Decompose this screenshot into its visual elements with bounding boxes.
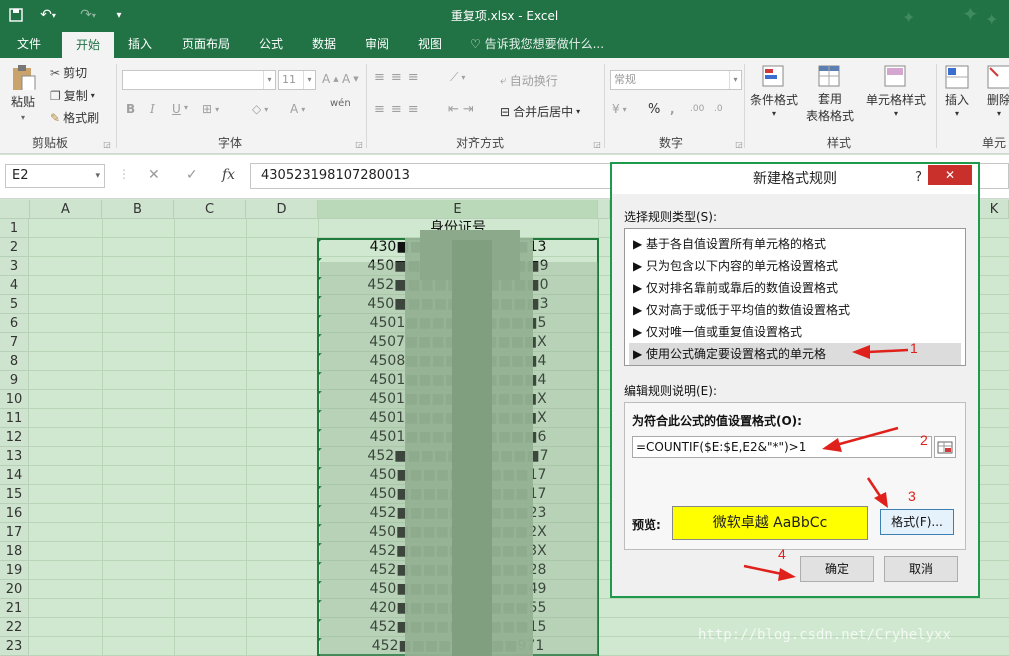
annotation-number-3: 3 (908, 488, 916, 504)
arrowhead-4 (778, 568, 796, 581)
arrowhead-2 (822, 438, 842, 452)
annotation-number-4: 4 (778, 546, 786, 562)
watermark: http://blog.csdn.net/Cryhelyxx (698, 627, 951, 643)
annotation-number-2: 2 (920, 432, 928, 448)
arrow-2 (835, 426, 899, 447)
arrowhead-1 (852, 345, 870, 359)
annotation-overlay (743, 345, 909, 581)
annotation-number-1: 1 (910, 340, 918, 356)
arrowhead-3 (874, 492, 888, 508)
arrow-3 (866, 477, 882, 497)
arrow-4 (743, 564, 783, 576)
arrow-1 (867, 348, 909, 354)
